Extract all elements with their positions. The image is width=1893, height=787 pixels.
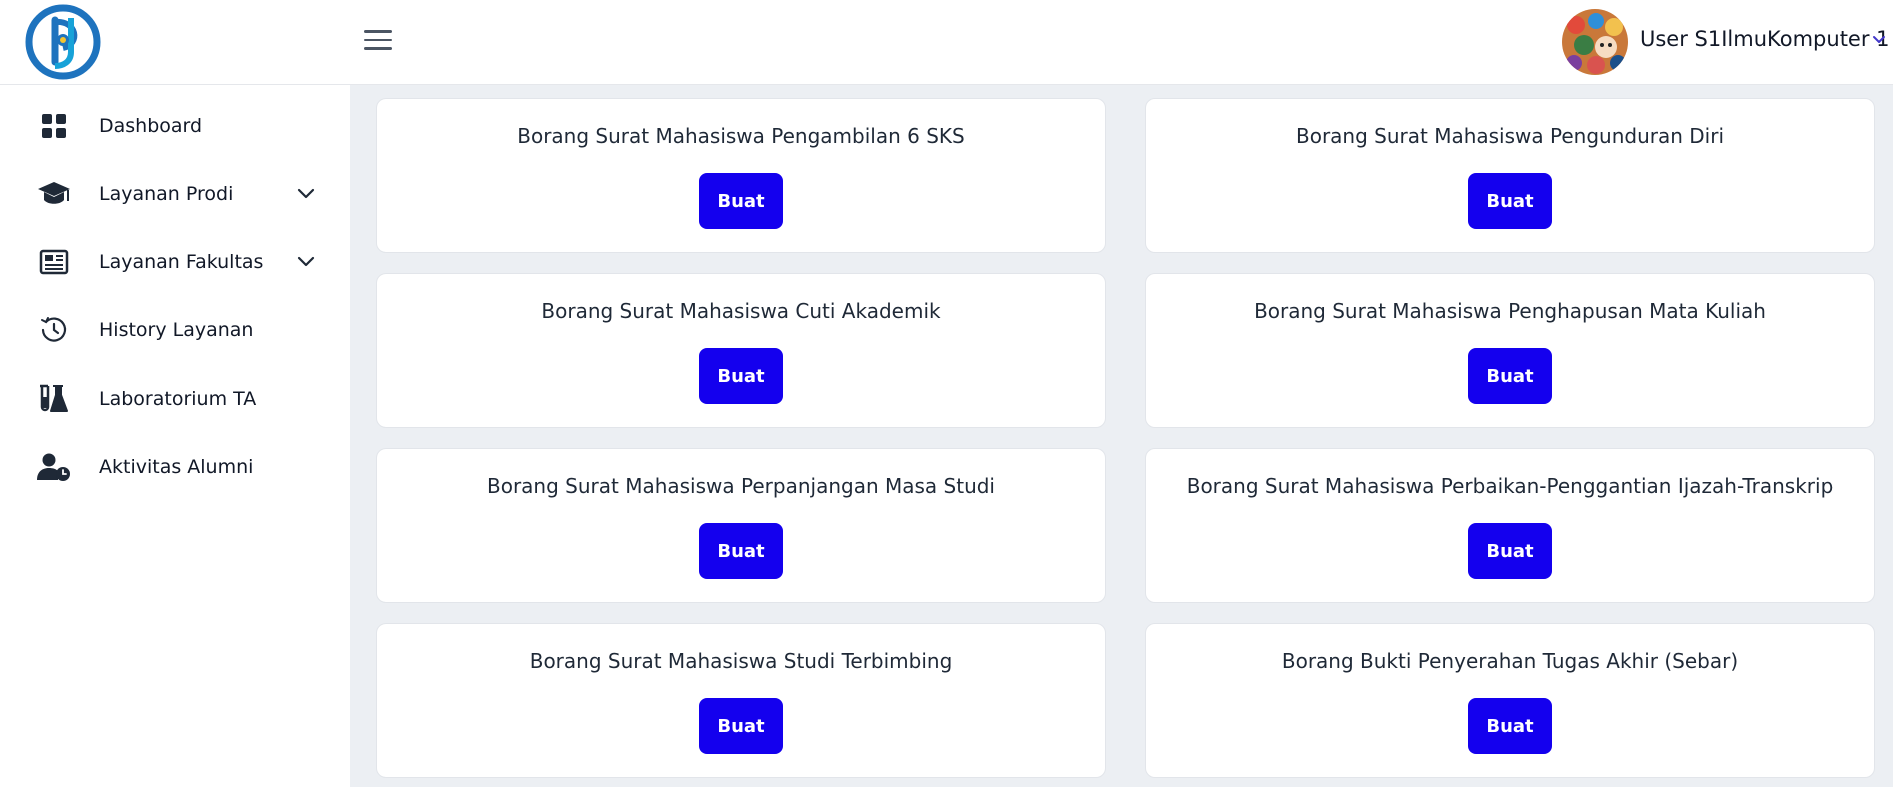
card-title: Borang Surat Mahasiswa Penghapusan Mata … — [1254, 299, 1766, 323]
history-clock-icon — [36, 312, 72, 348]
card-title: Borang Surat Mahasiswa Perpanjangan Masa… — [486, 474, 995, 498]
dashboard-icon — [36, 108, 72, 144]
main-content: Borang Surat Mahasiswa Pengambilan 6 SKS… — [350, 85, 1893, 787]
card-title: Borang Bukti Penyerahan Tugas Akhir (Seb… — [1281, 649, 1739, 673]
chevron-down-icon[interactable] — [1870, 30, 1888, 48]
sidebar-item-laboratorium-ta[interactable]: Laboratorium TA — [0, 371, 350, 427]
buat-button[interactable]: Buat — [1468, 698, 1552, 754]
sidebar-item-label: Aktivitas Alumni — [99, 456, 254, 478]
sidebar-item-label: History Layanan — [99, 319, 254, 341]
sidebar-item-dashboard[interactable]: Dashboard — [0, 98, 350, 154]
buat-button[interactable]: Buat — [699, 523, 783, 579]
buat-button[interactable]: Buat — [1468, 348, 1552, 404]
card-title: Borang Surat Mahasiswa Pengunduran Diri — [1295, 124, 1725, 148]
sidebar-item-label: Laboratorium TA — [99, 388, 257, 410]
service-card: Borang Surat Mahasiswa Penghapusan Mata … — [1145, 273, 1875, 428]
card-title: Borang Surat Mahasiswa Cuti Akademik — [541, 299, 941, 323]
flask-icon — [36, 381, 72, 417]
sidebar-item-label: Layanan Fakultas — [99, 251, 264, 273]
card-title: Borang Surat Mahasiswa Studi Terbimbing — [529, 649, 953, 673]
app-logo[interactable] — [25, 4, 101, 80]
service-card: Borang Surat Mahasiswa Perpanjangan Masa… — [376, 448, 1106, 603]
service-card: Borang Surat Mahasiswa Cuti Akademik Bua… — [376, 273, 1106, 428]
card-title: Borang Surat Mahasiswa Perbaikan-Penggan… — [1186, 474, 1834, 498]
service-card: Borang Surat Mahasiswa Pengambilan 6 SKS… — [376, 98, 1106, 253]
buat-button[interactable]: Buat — [699, 348, 783, 404]
chevron-down-icon[interactable] — [296, 252, 316, 272]
service-card: Borang Surat Mahasiswa Perbaikan-Penggan… — [1145, 448, 1875, 603]
sidebar-item-label: Dashboard — [99, 115, 203, 137]
newspaper-icon — [36, 244, 72, 280]
graduation-cap-icon — [36, 176, 72, 212]
sidebar: Dashboard Layanan Prodi Layanan Fakultas — [0, 85, 350, 787]
service-card: Borang Surat Mahasiswa Studi Terbimbing … — [376, 623, 1106, 778]
user-clock-icon — [36, 449, 72, 485]
card-title: Borang Surat Mahasiswa Pengambilan 6 SKS — [517, 124, 965, 148]
buat-button[interactable]: Buat — [1468, 173, 1552, 229]
user-avatar[interactable] — [1562, 9, 1628, 75]
sidebar-item-history-layanan[interactable]: History Layanan — [0, 302, 350, 358]
chevron-down-icon[interactable] — [296, 184, 316, 204]
top-bar: User S1IlmuKomputer 1 — [0, 0, 1893, 85]
buat-button[interactable]: Buat — [699, 698, 783, 754]
user-name[interactable]: User S1IlmuKomputer 1 — [1640, 27, 1890, 51]
sidebar-item-layanan-prodi[interactable]: Layanan Prodi — [0, 166, 350, 222]
sidebar-item-aktivitas-alumni[interactable]: Aktivitas Alumni — [0, 439, 350, 495]
service-card: Borang Surat Mahasiswa Pengunduran Diri … — [1145, 98, 1875, 253]
menu-toggle-icon[interactable] — [364, 26, 392, 52]
buat-button[interactable]: Buat — [1468, 523, 1552, 579]
service-card: Borang Bukti Penyerahan Tugas Akhir (Seb… — [1145, 623, 1875, 778]
sidebar-item-label: Layanan Prodi — [99, 183, 234, 205]
sidebar-item-layanan-fakultas[interactable]: Layanan Fakultas — [0, 234, 350, 290]
buat-button[interactable]: Buat — [699, 173, 783, 229]
